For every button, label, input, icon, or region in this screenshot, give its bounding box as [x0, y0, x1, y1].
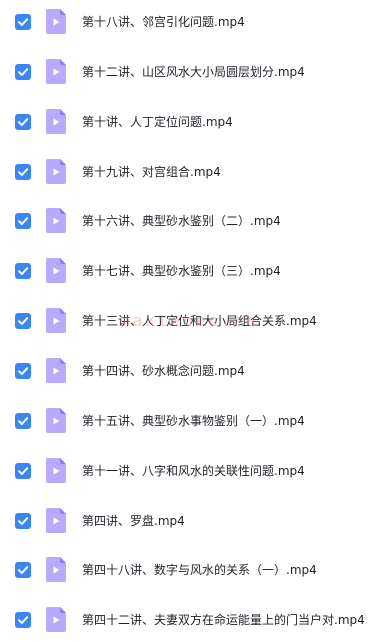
video-file-icon	[46, 208, 66, 233]
file-name[interactable]: 第十七讲、典型砂水鉴别（三）.mp4	[82, 262, 370, 280]
video-file-icon	[46, 59, 66, 84]
file-row[interactable]: 第十八讲、邻宫引化问题.mp4	[0, 0, 372, 44]
file-checkbox[interactable]	[15, 513, 31, 529]
video-file-icon	[46, 508, 66, 533]
file-name[interactable]: 第十二讲、山区风水大小局圆层划分.mp4	[82, 63, 370, 81]
file-checkbox[interactable]	[15, 114, 31, 130]
file-name[interactable]: 第十一讲、八字和风水的关联性问题.mp4	[82, 462, 370, 480]
video-file-icon	[46, 458, 66, 483]
file-name[interactable]: 第十五讲、典型砂水事物鉴别（一）.mp4	[82, 412, 370, 430]
checkmark-icon	[18, 616, 29, 624]
file-row[interactable]: 第十七讲、典型砂水鉴别（三）.mp4	[0, 249, 372, 293]
video-file-icon	[46, 109, 66, 134]
file-name[interactable]: 第四十八讲、数字与风水的关系（一）.mp4	[82, 561, 370, 579]
file-row[interactable]: 第十一讲、八字和风水的关联性问题.mp4	[0, 449, 372, 493]
file-row[interactable]: 第十三讲、人丁定位和大小局组合关系.mp4	[0, 299, 372, 343]
file-checkbox[interactable]	[15, 313, 31, 329]
file-name[interactable]: 第十六讲、典型砂水鉴别（二）.mp4	[82, 212, 370, 230]
file-row[interactable]: 第十九讲、对宫组合.mp4	[0, 150, 372, 194]
file-row[interactable]: 第十六讲、典型砂水鉴别（二）.mp4	[0, 199, 372, 243]
file-name[interactable]: 第十讲、人丁定位问题.mp4	[82, 113, 370, 131]
file-name[interactable]: 第四十二讲、夫妻双方在命运能量上的门当户对.mp4	[82, 611, 370, 629]
file-name[interactable]: 第十八讲、邻宫引化问题.mp4	[82, 13, 370, 31]
checkmark-icon	[18, 317, 29, 325]
checkmark-icon	[18, 68, 29, 76]
file-name[interactable]: 第十四讲、砂水概念问题.mp4	[82, 362, 370, 380]
video-file-icon	[46, 408, 66, 433]
file-row[interactable]: 第十二讲、山区风水大小局圆层划分.mp4	[0, 50, 372, 94]
video-file-icon	[46, 258, 66, 283]
file-checkbox[interactable]	[15, 64, 31, 80]
file-checkbox[interactable]	[15, 14, 31, 30]
file-row[interactable]: 第四讲、罗盘.mp4	[0, 499, 372, 543]
video-file-icon	[46, 557, 66, 582]
file-checkbox[interactable]	[15, 413, 31, 429]
file-name[interactable]: 第四讲、罗盘.mp4	[82, 512, 370, 530]
checkmark-icon	[18, 517, 29, 525]
file-row[interactable]: 第十四讲、砂水概念问题.mp4	[0, 349, 372, 393]
file-checkbox[interactable]	[15, 463, 31, 479]
file-list: 第十八讲、邻宫引化问题.mp4 第十二讲、山区风水大小局圆层划分.mp4 第十讲、人…	[0, 0, 372, 641]
checkmark-icon	[18, 18, 29, 26]
video-file-icon	[46, 9, 66, 34]
video-file-icon	[46, 159, 66, 184]
file-checkbox[interactable]	[15, 164, 31, 180]
file-checkbox[interactable]	[15, 213, 31, 229]
file-name[interactable]: 第十九讲、对宫组合.mp4	[82, 163, 370, 181]
checkmark-icon	[18, 217, 29, 225]
checkmark-icon	[18, 118, 29, 126]
checkmark-icon	[18, 417, 29, 425]
file-row[interactable]: 第十五讲、典型砂水事物鉴别（一）.mp4	[0, 399, 372, 443]
file-row[interactable]: 第十讲、人丁定位问题.mp4	[0, 100, 372, 144]
video-file-icon	[46, 358, 66, 383]
file-name[interactable]: 第十三讲、人丁定位和大小局组合关系.mp4	[82, 312, 370, 330]
file-checkbox[interactable]	[15, 612, 31, 628]
file-checkbox[interactable]	[15, 263, 31, 279]
checkmark-icon	[18, 467, 29, 475]
file-row[interactable]: 第四十八讲、数字与风水的关系（一）.mp4	[0, 548, 372, 592]
checkmark-icon	[18, 168, 29, 176]
video-file-icon	[46, 607, 66, 632]
file-checkbox[interactable]	[15, 363, 31, 379]
checkmark-icon	[18, 267, 29, 275]
checkmark-icon	[18, 367, 29, 375]
file-row[interactable]: 第四十二讲、夫妻双方在命运能量上的门当户对.mp4	[0, 598, 372, 642]
file-checkbox[interactable]	[15, 562, 31, 578]
video-file-icon	[46, 308, 66, 333]
checkmark-icon	[18, 566, 29, 574]
